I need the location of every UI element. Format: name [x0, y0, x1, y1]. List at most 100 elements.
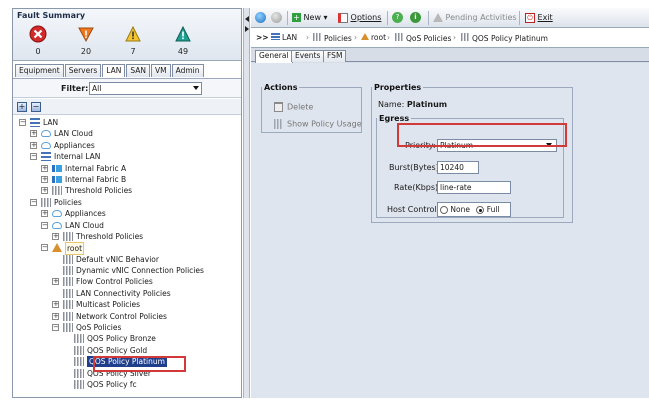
- expand-icon[interactable]: +: [41, 210, 48, 218]
- breadcrumb: >> LAN › Policies › root › QoS Policies …: [251, 28, 649, 48]
- major-fault-count: 20: [80, 47, 92, 56]
- tab-events[interactable]: Events: [291, 50, 325, 62]
- breadcrumb-label: LAN: [282, 33, 298, 42]
- back-button[interactable]: [255, 12, 266, 24]
- collapse-icon[interactable]: −: [30, 198, 37, 206]
- expand-icon[interactable]: +: [52, 232, 59, 240]
- major-faults[interactable]: 20: [66, 25, 106, 56]
- breadcrumb-prefix: >>: [256, 33, 269, 42]
- back-arrow-icon: [255, 12, 266, 23]
- tree-node-label: Policies: [54, 197, 82, 207]
- tab-vm[interactable]: VM: [150, 64, 171, 77]
- tree-node-label: Default vNIC Behavior: [76, 254, 159, 264]
- exit-button[interactable]: ⏻ Exit: [525, 12, 553, 24]
- tab-lan[interactable]: LAN: [102, 64, 126, 77]
- options-button[interactable]: Options: [338, 12, 381, 24]
- tree-node[interactable]: + Internal Fabric B: [15, 174, 241, 185]
- expand-icon[interactable]: +: [30, 141, 37, 149]
- info-button[interactable]: i: [410, 12, 421, 24]
- breadcrumb-label: QOS Policy Platinum: [472, 34, 548, 43]
- breadcrumb-item-root[interactable]: root: [361, 33, 386, 42]
- tree-node[interactable]: LAN Connectivity Policies: [15, 288, 241, 299]
- expand-right-icon[interactable]: [245, 26, 249, 32]
- collapse-icon[interactable]: −: [30, 153, 37, 161]
- breadcrumb-item-policies[interactable]: Policies: [313, 33, 352, 43]
- tree-node-label: QoS Policies: [76, 323, 122, 333]
- toolbar-divider: [428, 11, 429, 25]
- tab-san[interactable]: SAN: [126, 64, 150, 77]
- burst-input[interactable]: 10240: [437, 161, 479, 174]
- tree-node[interactable]: − LAN Cloud: [15, 220, 241, 231]
- forward-button[interactable]: [271, 12, 282, 24]
- policy-icon: [461, 33, 470, 41]
- lan-icon: [271, 33, 280, 40]
- tree-node[interactable]: + Appliances: [15, 140, 241, 151]
- tree-node[interactable]: QOS Policy Gold: [15, 345, 241, 356]
- tab-equipment[interactable]: Equipment: [15, 64, 64, 77]
- expand-icon[interactable]: +: [52, 278, 59, 286]
- tree-node[interactable]: + Network Control Policies: [15, 311, 241, 322]
- warning-faults[interactable]: 49: [163, 25, 203, 56]
- policy-icon: [74, 357, 84, 367]
- fabric-icon: [52, 175, 62, 183]
- rate-input[interactable]: line-rate: [437, 181, 511, 194]
- tree-node[interactable]: − Internal LAN: [15, 151, 241, 162]
- tree-node-label: LAN Cloud: [65, 220, 104, 230]
- tree-node[interactable]: + Threshold Policies: [15, 185, 241, 196]
- collapse-all-button[interactable]: −: [31, 102, 41, 112]
- collapse-left-icon[interactable]: [245, 16, 249, 22]
- breadcrumb-item-lan[interactable]: LAN: [271, 33, 297, 42]
- toolbar-divider: [519, 11, 520, 25]
- host-full-radio[interactable]: [476, 206, 485, 214]
- filter-select[interactable]: All: [89, 82, 202, 95]
- breadcrumb-item-qos-policies[interactable]: QoS Policies: [395, 33, 451, 43]
- minor-faults[interactable]: 7: [113, 25, 153, 56]
- expand-icon[interactable]: +: [41, 164, 48, 172]
- tree-node-label: Dynamic vNIC Connection Policies: [76, 266, 204, 276]
- tree-node[interactable]: Default vNIC Behavior: [15, 254, 241, 265]
- tree-node[interactable]: QOS Policy Bronze: [15, 333, 241, 344]
- tree-node[interactable]: + Internal Fabric A: [15, 163, 241, 174]
- tree-node[interactable]: − QoS Policies: [15, 322, 241, 333]
- collapse-icon[interactable]: −: [41, 221, 48, 229]
- tree-node[interactable]: + LAN Cloud: [15, 128, 241, 139]
- pending-activities-button[interactable]: Pending Activities: [433, 12, 517, 24]
- tab-fsm[interactable]: FSM: [323, 50, 347, 62]
- breadcrumb-item-qos-policy-platinum[interactable]: QOS Policy Platinum: [461, 33, 548, 43]
- cloud-icon: [52, 221, 62, 229]
- pane-splitter[interactable]: [243, 8, 250, 398]
- policy-icon: [395, 33, 404, 41]
- expand-all-button[interactable]: +: [17, 102, 27, 112]
- tab-general[interactable]: General: [255, 50, 293, 63]
- critical-faults[interactable]: 0: [18, 25, 58, 56]
- breadcrumb-separator: ›: [354, 33, 357, 42]
- expand-icon[interactable]: +: [52, 301, 59, 309]
- tree-node[interactable]: QOS Policy fc: [15, 379, 241, 390]
- collapse-icon[interactable]: −: [19, 119, 26, 126]
- show-policy-usage-action[interactable]: Show Policy Usage: [274, 119, 362, 129]
- fabric-icon: [52, 164, 62, 172]
- tree-node[interactable]: Dynamic vNIC Connection Policies: [15, 265, 241, 276]
- collapse-icon[interactable]: −: [52, 324, 59, 332]
- new-button[interactable]: + New ▾: [292, 12, 328, 24]
- help-button[interactable]: ?: [392, 12, 403, 24]
- tree-node[interactable]: + Appliances: [15, 208, 241, 219]
- tree-node[interactable]: − Policies: [15, 197, 241, 208]
- host-none-radio[interactable]: [440, 206, 448, 214]
- tree-node[interactable]: − LAN: [15, 117, 241, 128]
- policy-icon: [74, 368, 84, 378]
- tree-node[interactable]: + Multicast Policies: [15, 299, 241, 310]
- tab-servers[interactable]: Servers: [64, 64, 102, 77]
- tree-node-label: Internal Fabric B: [65, 174, 127, 184]
- toolbar-divider: [287, 11, 288, 25]
- tab-admin[interactable]: Admin: [171, 64, 204, 77]
- expand-icon[interactable]: +: [52, 312, 59, 320]
- tree-node[interactable]: − root: [15, 242, 241, 256]
- delete-action[interactable]: Delete: [274, 102, 313, 112]
- expand-icon[interactable]: +: [30, 130, 37, 138]
- collapse-icon[interactable]: −: [41, 244, 48, 252]
- expand-icon[interactable]: +: [41, 175, 48, 183]
- tree-node[interactable]: + Threshold Policies: [15, 231, 241, 242]
- expand-icon[interactable]: +: [41, 187, 48, 195]
- tree-node[interactable]: + Flow Control Policies: [15, 276, 241, 287]
